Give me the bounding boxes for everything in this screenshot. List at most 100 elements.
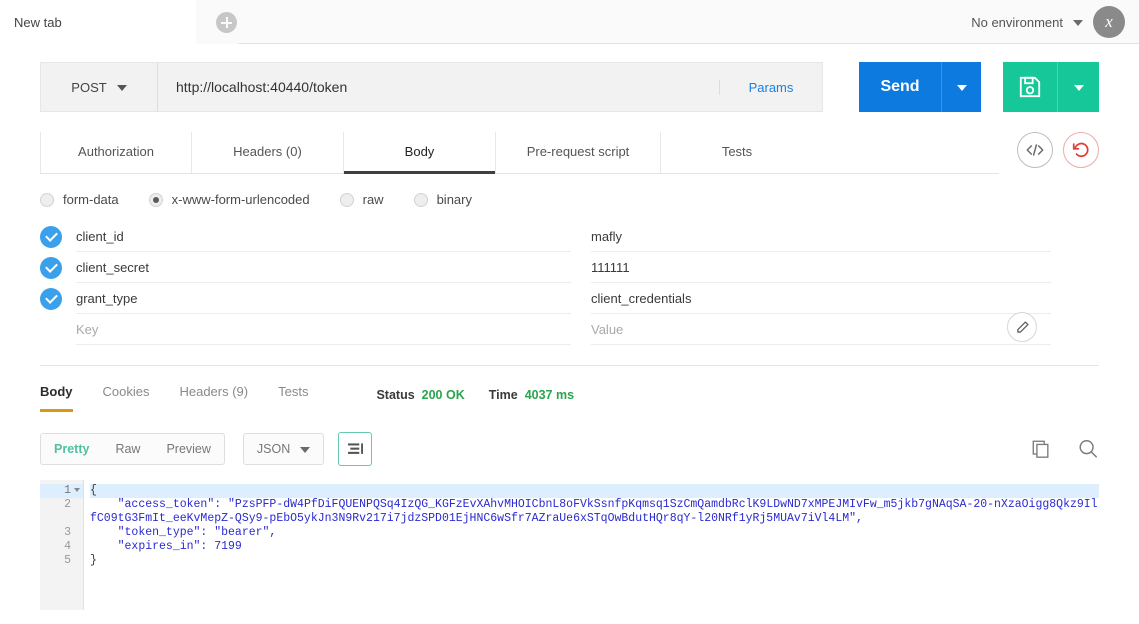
row-checkbox[interactable]: [40, 287, 62, 310]
request-tab-actions: [1017, 132, 1099, 174]
line-number-text: 4: [64, 540, 71, 553]
table-row: client_id mafly: [40, 221, 1099, 252]
response-body-viewer[interactable]: 1 2 3 4 5 { "access_token": "PzsPFP-dW4P…: [40, 480, 1099, 610]
tab-bar: New tab No environment x: [0, 0, 1139, 44]
radio-raw[interactable]: raw: [339, 192, 384, 207]
send-button[interactable]: Send: [859, 62, 941, 112]
chevron-down-icon[interactable]: [1073, 20, 1083, 26]
value-text: client_credentials: [591, 290, 692, 306]
search-icon[interactable]: [1077, 438, 1099, 460]
value-text: 111111: [591, 259, 630, 275]
tab-body[interactable]: Body: [344, 132, 496, 174]
view-mode-raw[interactable]: Raw: [102, 434, 153, 464]
add-tab-icon[interactable]: [216, 12, 237, 33]
avatar[interactable]: x: [1093, 6, 1125, 38]
send-button-group: Send: [859, 62, 981, 112]
line-number[interactable]: 1: [40, 484, 83, 498]
value-text: mafly: [591, 228, 623, 244]
request-tabs-row: Authorization Headers (0) Body Pre-reque…: [40, 132, 1099, 174]
status-badge: 200 OK: [421, 388, 465, 402]
line-number-text: 2: [64, 498, 71, 511]
method-selector[interactable]: POST: [41, 63, 158, 111]
response-tab-cookies[interactable]: Cookies: [103, 384, 150, 406]
value-input[interactable]: 111111: [591, 252, 1051, 283]
line-number: 2: [40, 498, 83, 512]
key-input-empty[interactable]: Key: [76, 314, 571, 345]
response-meta: Status 200 OK Time 4037 ms: [376, 388, 598, 402]
code-line: "expires_in": 7199: [90, 540, 242, 553]
chevron-down-icon: [116, 85, 127, 91]
table-row: client_secret 111111: [40, 252, 1099, 283]
value-input[interactable]: mafly: [591, 221, 1051, 252]
row-checkbox[interactable]: [40, 256, 62, 279]
tab-label: Cookies: [102, 384, 150, 399]
key-input[interactable]: client_secret: [76, 252, 571, 283]
line-number-gutter: 1 2 3 4 5: [40, 480, 84, 610]
chevron-down-icon: [300, 447, 311, 453]
tab-label: Tests: [721, 144, 753, 159]
response-body-code: { "access_token": "PzsPFP-dW4PfDiFQUENPQ…: [84, 480, 1099, 610]
key-value-table: client_id mafly client_secret 111111 gra…: [40, 221, 1099, 345]
word-wrap-icon: [347, 442, 363, 454]
key-input[interactable]: client_id: [76, 221, 571, 252]
radio-form-data[interactable]: form-data: [40, 192, 119, 207]
status-label: Status: [376, 388, 415, 402]
radio-label: binary: [436, 192, 472, 207]
row-enable-checkbox-cell: [40, 225, 76, 248]
view-mode-pretty[interactable]: Pretty: [41, 434, 102, 464]
view-mode-label: Raw: [115, 442, 141, 456]
radio-binary[interactable]: binary: [413, 192, 472, 207]
copy-icon[interactable]: [1031, 439, 1051, 459]
params-button[interactable]: Params: [719, 79, 822, 95]
tab-label: Authorization: [78, 144, 154, 159]
word-wrap-button[interactable]: [338, 432, 373, 466]
tab-authorization[interactable]: Authorization: [40, 132, 192, 173]
tab-tests[interactable]: Tests: [661, 132, 813, 173]
url-input[interactable]: [158, 79, 719, 95]
undo-reset-icon: [1072, 142, 1089, 158]
table-row-empty: Key Value: [40, 312, 1099, 345]
tab-label: Headers (9): [179, 384, 249, 399]
radio-icon: [413, 192, 428, 207]
send-options-button[interactable]: [941, 62, 981, 112]
radio-x-www-form-urlencoded[interactable]: x-www-form-urlencoded: [148, 192, 310, 207]
line-number-text: 3: [64, 526, 71, 539]
reset-button[interactable]: [1063, 132, 1099, 168]
response-tab-tests[interactable]: Tests: [278, 384, 308, 406]
view-mode-group: Pretty Raw Preview: [40, 433, 225, 465]
radio-icon-selected: [148, 192, 163, 207]
bulk-edit-button[interactable]: [1007, 312, 1037, 342]
tab-label: Pre-request script: [526, 144, 630, 159]
response-tabs-row: Body Cookies Headers (9) Tests Status 20…: [40, 366, 1099, 412]
row-checkbox[interactable]: [40, 225, 62, 248]
send-label: Send: [880, 78, 920, 95]
url-row: POST Params Send: [40, 62, 1099, 112]
response-tab-headers[interactable]: Headers (9): [179, 384, 248, 406]
line-number-text: 5: [64, 554, 71, 567]
format-selector[interactable]: JSON: [242, 433, 325, 465]
save-options-button[interactable]: [1057, 62, 1099, 112]
request-tabs: Authorization Headers (0) Body Pre-reque…: [40, 132, 999, 174]
response-tab-body[interactable]: Body: [40, 384, 73, 412]
line-number: 3: [40, 526, 83, 540]
code-snippet-button[interactable]: [1017, 132, 1053, 168]
tab-label: Headers (0): [233, 144, 302, 159]
save-button-group: [1003, 62, 1099, 112]
radio-label: form-data: [63, 192, 119, 207]
environment-area: No environment x: [971, 0, 1125, 44]
fold-arrow-icon[interactable]: [74, 488, 80, 492]
response-toolbar: Pretty Raw Preview JSON: [40, 432, 1099, 466]
tab-headers[interactable]: Headers (0): [192, 132, 344, 173]
tab-label: Body: [404, 144, 435, 159]
tab-pre-request-script[interactable]: Pre-request script: [496, 132, 661, 173]
value-input-empty[interactable]: Value: [591, 314, 1051, 345]
view-mode-preview[interactable]: Preview: [153, 434, 223, 464]
value-input[interactable]: client_credentials: [591, 283, 1051, 314]
key-input[interactable]: grant_type: [76, 283, 571, 314]
view-mode-label: Preview: [166, 442, 211, 456]
tab-label: New tab: [14, 14, 62, 30]
save-button[interactable]: [1003, 62, 1057, 112]
environment-label[interactable]: No environment: [971, 15, 1063, 30]
url-bar: POST Params: [40, 62, 823, 112]
request-tab-new-tab[interactable]: New tab: [0, 0, 196, 44]
